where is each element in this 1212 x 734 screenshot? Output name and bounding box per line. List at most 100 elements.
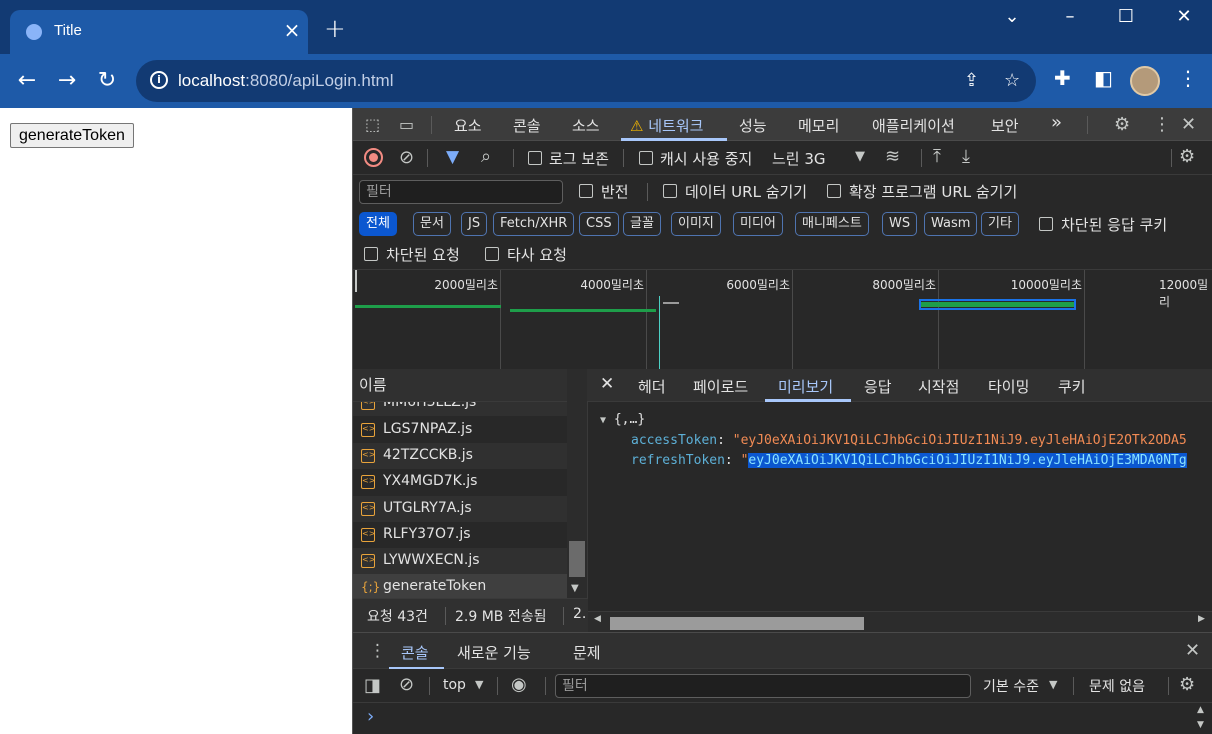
scroll-left-arrow-icon[interactable]: ◀ <box>594 614 601 624</box>
search-icon[interactable]: ⌕ <box>481 146 491 167</box>
tab-console[interactable]: 콘솔 <box>513 115 541 136</box>
caret-down-icon[interactable]: ▼ <box>600 415 606 426</box>
list-item[interactable]: <> 42TZCCKB.js <box>353 443 567 469</box>
drawer-menu-icon[interactable]: ⋮ <box>369 641 386 661</box>
forward-arrow-icon[interactable]: → <box>50 64 84 98</box>
clear-console-icon[interactable]: ⊘ <box>399 674 414 695</box>
close-window-button[interactable]: ✕ <box>1164 6 1204 27</box>
scrollbar-thumb[interactable] <box>610 617 864 630</box>
console-prompt-area[interactable]: › ▲ ▼ <box>353 703 1212 734</box>
horizontal-scrollbar[interactable]: ◀ ▶ <box>588 611 1212 632</box>
tab-sources[interactable]: 소스 <box>572 115 600 136</box>
tab-cookies[interactable]: 쿠키 <box>1058 376 1086 397</box>
scroll-down-arrow-icon[interactable]: ▼ <box>571 583 579 594</box>
drawer-tab-issues[interactable]: 문제 <box>573 642 601 663</box>
tab-performance[interactable]: 성능 <box>739 115 767 136</box>
console-filter-input[interactable]: 필터 <box>555 674 971 698</box>
site-info-icon[interactable]: i <box>150 71 168 89</box>
chevron-down-icon[interactable]: ▼ <box>855 149 865 164</box>
close-drawer-icon[interactable]: ✕ <box>1185 640 1200 661</box>
network-filter-input[interactable]: 필터 <box>359 180 563 204</box>
console-settings-gear-icon[interactable]: ⚙ <box>1179 674 1195 695</box>
chevron-down-icon[interactable]: ▼ <box>1049 678 1057 691</box>
list-item[interactable]: <>MM6H3LLZ.js <box>353 402 567 416</box>
tab-initiator[interactable]: 시작점 <box>918 376 959 397</box>
type-filter-js[interactable]: JS <box>461 212 488 236</box>
hide-data-urls-checkbox[interactable] <box>663 184 677 198</box>
type-filter-wasm[interactable]: Wasm <box>924 212 978 236</box>
more-tabs-icon[interactable]: » <box>1051 112 1062 133</box>
import-har-icon[interactable]: ⤒ <box>933 146 941 167</box>
context-select[interactable]: top <box>443 677 466 693</box>
name-column-header[interactable]: 이름 <box>353 369 588 402</box>
blocked-requests-checkbox[interactable] <box>364 247 378 261</box>
tab-headers[interactable]: 헤더 <box>638 376 666 397</box>
type-filter-doc[interactable]: 문서 <box>413 212 451 236</box>
inspect-element-icon[interactable]: ⬚ <box>365 115 380 134</box>
type-filter-font[interactable]: 글꼴 <box>623 212 661 236</box>
new-tab-button[interactable]: + <box>324 16 346 42</box>
generate-token-button[interactable]: generateToken <box>10 123 134 148</box>
browser-tab[interactable]: Title × <box>10 10 308 54</box>
list-item[interactable]: <> LYWWXECN.js <box>353 548 567 574</box>
kebab-menu-icon[interactable]: ⋮ <box>1178 66 1198 90</box>
drawer-tab-console[interactable]: 콘솔 <box>401 642 429 663</box>
preserve-log-checkbox[interactable] <box>528 151 542 165</box>
tab-timing[interactable]: 타이밍 <box>988 376 1029 397</box>
type-filter-all[interactable]: 전체 <box>359 212 397 236</box>
network-conditions-icon[interactable]: ≋ <box>885 146 900 167</box>
tab-memory[interactable]: 메모리 <box>798 115 839 136</box>
close-detail-icon[interactable]: ✕ <box>600 374 614 394</box>
live-expression-eye-icon[interactable]: ◉ <box>511 674 527 695</box>
filter-funnel-icon[interactable]: ▼ <box>446 147 459 167</box>
type-filter-ws[interactable]: WS <box>882 212 918 236</box>
scroll-up-arrow-icon[interactable]: ▲ <box>1197 705 1204 715</box>
settings-gear-icon[interactable]: ⚙ <box>1114 114 1130 135</box>
avatar[interactable] <box>1130 66 1160 96</box>
list-item[interactable]: <> UTGLRY7A.js <box>353 496 567 522</box>
url-text[interactable]: localhost:8080/apiLogin.html <box>178 71 394 91</box>
type-filter-other[interactable]: 기타 <box>981 212 1019 236</box>
back-arrow-icon[interactable]: ← <box>10 64 44 98</box>
address-bar[interactable]: i localhost:8080/apiLogin.html ⇪ ☆ <box>136 60 1036 102</box>
tab-close-button[interactable]: × <box>280 18 304 42</box>
reload-icon[interactable]: ↻ <box>90 64 124 98</box>
tab-elements[interactable]: 요소 <box>454 115 482 136</box>
tab-response[interactable]: 응답 <box>864 376 892 397</box>
type-filter-manifest[interactable]: 매니페스트 <box>795 212 869 236</box>
list-item[interactable]: <> YX4MGD7K.js <box>353 469 567 495</box>
timeline-handle-left[interactable] <box>355 270 357 292</box>
export-har-icon[interactable]: ⤓ <box>962 146 970 167</box>
tab-payload[interactable]: 페이로드 <box>693 376 748 397</box>
type-filter-img[interactable]: 이미지 <box>671 212 721 236</box>
json-refresh-token-row[interactable]: refreshToken: "eyJ0eXAiOiJKV1QiLCJhbGciO… <box>631 453 1187 468</box>
tab-network[interactable]: ⚠ 네트워크 <box>630 115 703 136</box>
bookmark-star-icon[interactable]: ☆ <box>1004 70 1020 91</box>
scrollbar-thumb[interactable] <box>569 541 585 577</box>
type-filter-fetch-xhr[interactable]: Fetch/XHR <box>493 212 575 236</box>
issues-count[interactable]: 문제 없음 <box>1089 676 1145 696</box>
throttle-select[interactable]: 느린 3G <box>772 148 826 169</box>
third-party-checkbox[interactable] <box>485 247 499 261</box>
tab-preview[interactable]: 미리보기 <box>778 376 833 397</box>
list-item[interactable]: <> RLFY37O7.js <box>353 522 567 548</box>
device-toolbar-icon[interactable]: ▭ <box>399 115 414 134</box>
drawer-tab-whats-new[interactable]: 새로운 기능 <box>457 642 531 663</box>
list-item-selected[interactable]: {;} generateToken <box>353 574 567 598</box>
type-filter-css[interactable]: CSS <box>579 212 619 236</box>
tab-application[interactable]: 애플리케이션 <box>872 115 955 136</box>
list-item[interactable]: <> LGS7NPAZ.js <box>353 417 567 443</box>
scroll-down-arrow-icon[interactable]: ▼ <box>1197 720 1204 730</box>
network-settings-gear-icon[interactable]: ⚙ <box>1179 146 1195 167</box>
clear-icon[interactable]: ⊘ <box>399 147 414 168</box>
console-sidebar-icon[interactable]: ◨ <box>364 675 381 696</box>
close-devtools-icon[interactable]: ✕ <box>1181 114 1196 135</box>
tab-search-button[interactable]: ⌄ <box>992 6 1032 27</box>
maximize-button[interactable]: ☐ <box>1106 6 1146 27</box>
record-stop-icon[interactable] <box>364 148 383 167</box>
scroll-right-arrow-icon[interactable]: ▶ <box>1198 614 1205 624</box>
json-access-token-row[interactable]: accessToken: "eyJ0eXAiOiJKV1QiLCJhbGciOi… <box>631 433 1187 448</box>
disable-cache-checkbox[interactable] <box>639 151 653 165</box>
side-panel-icon[interactable]: ◧ <box>1094 66 1113 90</box>
invert-checkbox[interactable] <box>579 184 593 198</box>
